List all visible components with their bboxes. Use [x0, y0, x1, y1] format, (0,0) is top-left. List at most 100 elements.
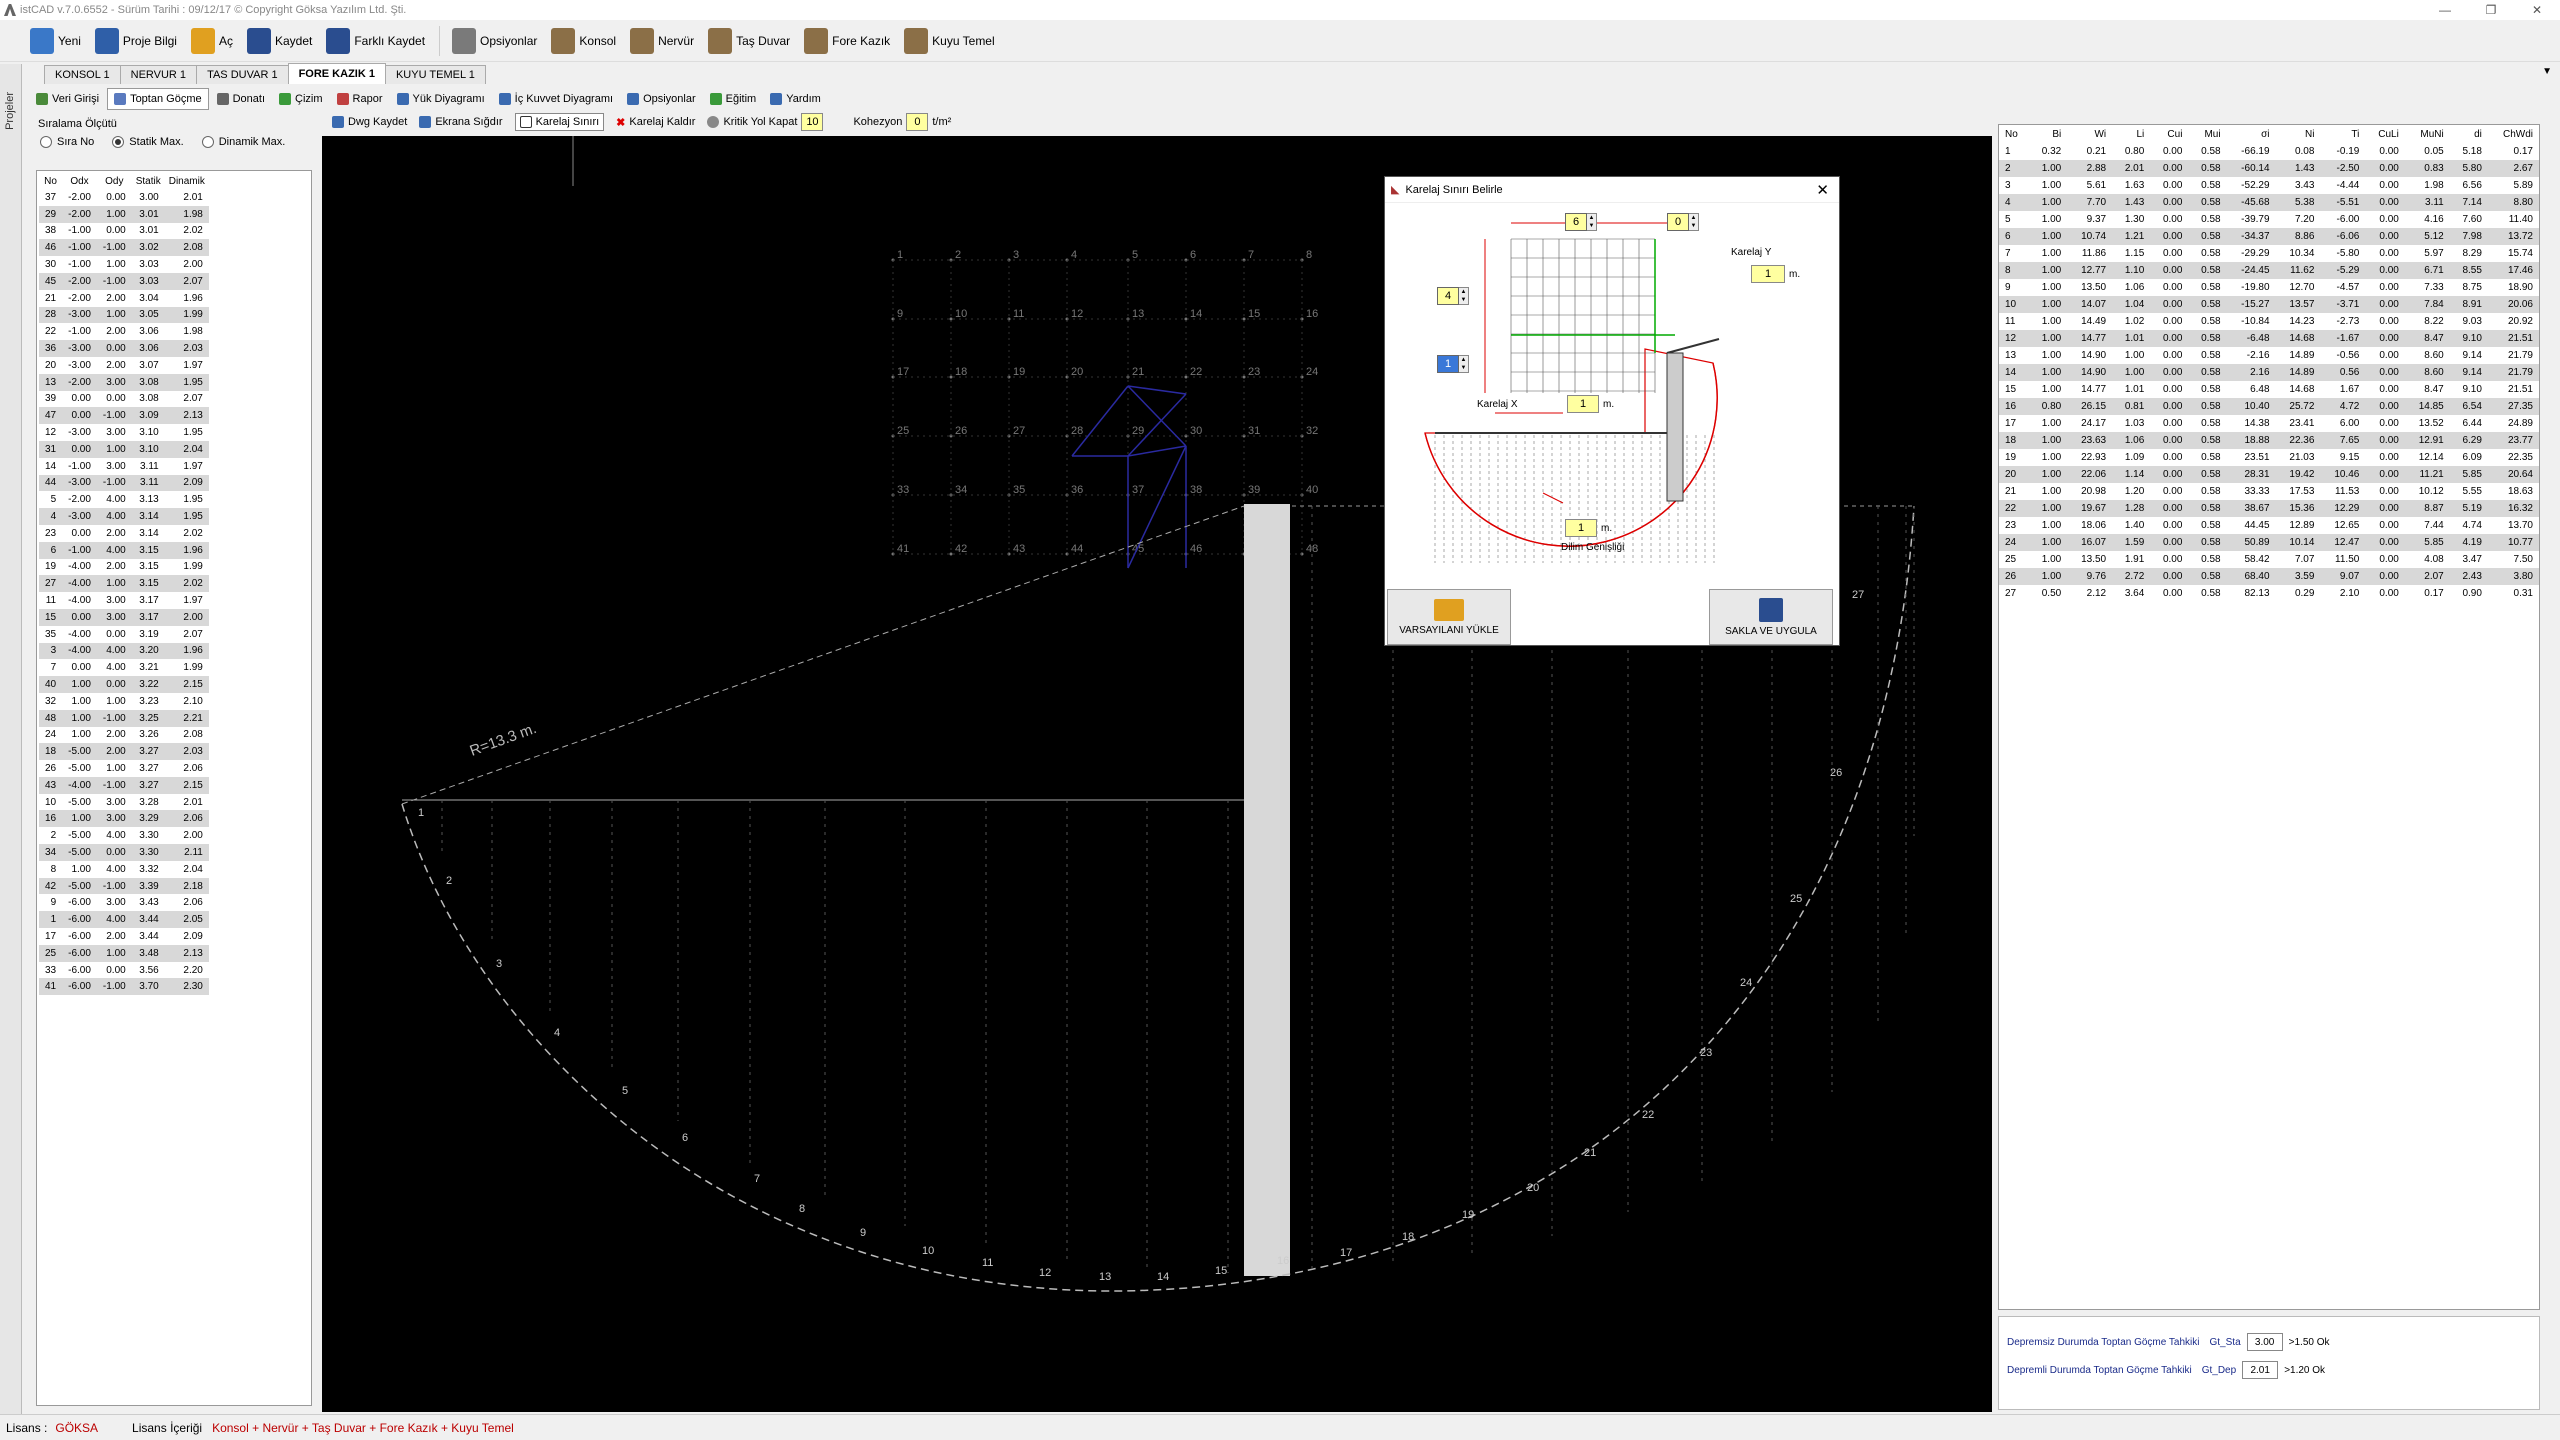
- table-row[interactable]: 7 0.00 4.00 3.21 1.99: [39, 659, 209, 676]
- table-row[interactable]: 35 -4.00 0.00 3.19 2.07: [39, 626, 209, 643]
- table-row[interactable]: 1 0.32 0.21 0.80 0.00 0.58 -66.19 0.08 -0.19 0.00…: [1999, 143, 2539, 160]
- table-row[interactable]: 41 -6.00 -1.00 3.70 2.30: [39, 978, 209, 996]
- table-row[interactable]: 43 -4.00 -1.00 3.27 2.15: [39, 776, 209, 794]
- toolbar-opsiyonlar-button[interactable]: Opsiyonlar: [446, 24, 543, 58]
- column-header[interactable]: Ni: [2276, 125, 2321, 143]
- table-row[interactable]: 14 -1.00 3.00 3.11 1.97: [39, 458, 209, 475]
- subtab-yard-m[interactable]: Yardım: [764, 88, 827, 110]
- table-row[interactable]: 17 -6.00 2.00 3.44 2.09: [39, 928, 209, 945]
- table-row[interactable]: 16 1.00 3.00 3.29 2.06: [39, 810, 209, 828]
- table-row[interactable]: 16 0.80 26.15 0.81 0.00 0.58 10.40 25.72 4.72 0.0…: [1999, 398, 2539, 415]
- table-row[interactable]: 2 -5.00 4.00 3.30 2.00: [39, 827, 209, 844]
- table-row[interactable]: 25 1.00 13.50 1.91 0.00 0.58 58.42 7.07 11.50 0.0…: [1999, 551, 2539, 568]
- table-row[interactable]: 4 1.00 7.70 1.43 0.00 0.58 -45.68 5.38 -5.51 0.00…: [1999, 194, 2539, 211]
- table-row[interactable]: 4 -3.00 4.00 3.14 1.95: [39, 508, 209, 525]
- table-row[interactable]: 2 1.00 2.88 2.01 0.00 0.58 -60.14 1.43 -2.50 0.00…: [1999, 160, 2539, 177]
- table-row[interactable]: 36 -3.00 0.00 3.06 2.03: [39, 340, 209, 357]
- table-row[interactable]: 12 1.00 14.77 1.01 0.00 0.58 -6.48 14.68 -1.67 0.…: [1999, 330, 2539, 347]
- toolbar-yeni-button[interactable]: Yeni: [24, 24, 87, 58]
- table-row[interactable]: 19 1.00 22.93 1.09 0.00 0.58 23.51 21.03 9.15 0.0…: [1999, 449, 2539, 466]
- table-row[interactable]: 12 -3.00 3.00 3.10 1.95: [39, 424, 209, 441]
- table-row[interactable]: 45 -2.00 -1.00 3.03 2.07: [39, 272, 209, 290]
- table-row[interactable]: 3 -4.00 4.00 3.20 1.96: [39, 642, 209, 660]
- critical-path-button[interactable]: Kritik Yol Kapat 10: [701, 111, 833, 133]
- table-row[interactable]: 26 -5.00 1.00 3.27 2.06: [39, 760, 209, 777]
- slice-results-table[interactable]: No Bi Wi Li Cui Mui σi Ni Ti CuLi MuNi di ChWdi 1 0.32…: [1998, 124, 2540, 1310]
- table-row[interactable]: 47 0.00 -1.00 3.09 2.13: [39, 407, 209, 425]
- column-header[interactable]: di: [2450, 125, 2488, 143]
- table-row[interactable]: 15 1.00 14.77 1.01 0.00 0.58 6.48 14.68 1.67 0.00…: [1999, 381, 2539, 398]
- table-row[interactable]: 7 1.00 11.86 1.15 0.00 0.58 -29.29 10.34 -5.80 0.…: [1999, 245, 2539, 262]
- toolbar-nerv-r-button[interactable]: Nervür: [624, 24, 700, 58]
- toolbar-konsol-button[interactable]: Konsol: [545, 24, 622, 58]
- table-row[interactable]: 3 1.00 5.61 1.63 0.00 0.58 -52.29 3.43 -4.44 0.00…: [1999, 177, 2539, 194]
- subtab-donat-[interactable]: Donatı: [211, 88, 271, 110]
- sort-radio-0[interactable]: Sıra No: [40, 136, 94, 148]
- subtab-i-kuvvet-diyagram-[interactable]: İç Kuvvet Diyagramı: [493, 88, 619, 110]
- table-row[interactable]: 21 1.00 20.98 1.20 0.00 0.58 33.33 17.53 11.53 0.…: [1999, 483, 2539, 500]
- table-row[interactable]: 18 -5.00 2.00 3.27 2.03: [39, 743, 209, 761]
- column-header[interactable]: No: [1999, 125, 2029, 143]
- subtab-e-itim[interactable]: Eğitim: [704, 88, 763, 110]
- grid-bound-dialog[interactable]: ◣ Karelaj Sınırı Belirle ✕ 6 ▲ ▼ 0 ▲ ▼ 4 ▲ ▼ 1…: [1384, 176, 1840, 646]
- column-header[interactable]: Li: [2112, 125, 2150, 143]
- check-value-field[interactable]: 2.01: [2242, 1361, 2279, 1379]
- table-row[interactable]: 25 -6.00 1.00 3.48 2.13: [39, 944, 209, 962]
- column-header[interactable]: ChWdi: [2488, 125, 2539, 143]
- subtab-rapor[interactable]: Rapor: [331, 88, 389, 110]
- critical-value-field[interactable]: 10: [801, 113, 824, 131]
- column-header[interactable]: Ody: [97, 173, 132, 189]
- table-row[interactable]: 40 1.00 0.00 3.22 2.15: [39, 676, 209, 693]
- close-icon[interactable]: ✕: [2514, 0, 2560, 20]
- column-header[interactable]: Dinamik: [165, 173, 209, 189]
- table-row[interactable]: 17 1.00 24.17 1.03 0.00 0.58 14.38 23.41 6.00 0.0…: [1999, 415, 2539, 432]
- table-row[interactable]: 23 0.00 2.00 3.14 2.02: [39, 525, 209, 542]
- table-row[interactable]: 13 1.00 14.90 1.00 0.00 0.58 -2.16 14.89 -0.56 0.…: [1999, 347, 2539, 364]
- fit-screen-button[interactable]: Ekrana Sığdır: [413, 111, 508, 133]
- toolbar-farkl-kaydet-button[interactable]: Farklı Kaydet: [320, 24, 431, 58]
- toolbar-ta-duvar-button[interactable]: Taş Duvar: [702, 24, 796, 58]
- tab-fore-kazik-1[interactable]: FORE KAZIK 1: [287, 63, 386, 84]
- table-row[interactable]: 22 -1.00 2.00 3.06 1.98: [39, 323, 209, 340]
- table-row[interactable]: 5 -2.00 4.00 3.13 1.95: [39, 491, 209, 508]
- table-row[interactable]: 42 -5.00 -1.00 3.39 2.18: [39, 877, 209, 895]
- minimize-icon[interactable]: —: [2422, 0, 2468, 20]
- table-row[interactable]: 34 -5.00 0.00 3.30 2.11: [39, 844, 209, 861]
- table-row[interactable]: 18 1.00 23.63 1.06 0.00 0.58 18.88 22.36 7.65 0.0…: [1999, 432, 2539, 449]
- tabs-dropdown-icon[interactable]: ▼: [2542, 66, 2552, 77]
- table-row[interactable]: 5 1.00 9.37 1.30 0.00 0.58 -39.79 7.20 -6.00 0.00…: [1999, 211, 2539, 228]
- table-row[interactable]: 8 1.00 12.77 1.10 0.00 0.58 -24.45 11.62 -5.29 0.…: [1999, 262, 2539, 279]
- sort-radio-2[interactable]: Dinamik Max.: [201, 136, 285, 148]
- column-header[interactable]: Ti: [2320, 125, 2365, 143]
- top-right-spinner[interactable]: 0 ▲ ▼: [1667, 213, 1699, 231]
- table-row[interactable]: 21 -2.00 2.00 3.04 1.96: [39, 290, 209, 307]
- subtab-veri-giri-i[interactable]: Veri Girişi: [30, 88, 105, 110]
- toolbar-kaydet-button[interactable]: Kaydet: [241, 24, 318, 58]
- table-row[interactable]: 9 1.00 13.50 1.06 0.00 0.58 -19.80 12.70 -4.57 0.…: [1999, 279, 2539, 296]
- column-header[interactable]: Bi: [2029, 125, 2067, 143]
- table-row[interactable]: 30 -1.00 1.00 3.03 2.00: [39, 256, 209, 273]
- radio-circle[interactable]: [201, 136, 214, 148]
- tab-nervur-1[interactable]: NERVUR 1: [119, 65, 198, 84]
- table-row[interactable]: 39 0.00 0.00 3.08 2.07: [39, 391, 209, 408]
- table-row[interactable]: 1 -6.00 4.00 3.44 2.05: [39, 911, 209, 929]
- column-header[interactable]: No: [39, 173, 62, 189]
- table-row[interactable]: 27 -4.00 1.00 3.15 2.02: [39, 575, 209, 593]
- table-row[interactable]: 37 -2.00 0.00 3.00 2.01: [39, 189, 209, 206]
- tab-konsol-1[interactable]: KONSOL 1: [44, 65, 121, 84]
- column-header[interactable]: Statik: [132, 173, 165, 189]
- table-row[interactable]: 26 1.00 9.76 2.72 0.00 0.58 68.40 3.59 9.07 0.00 2…: [1999, 568, 2539, 585]
- table-row[interactable]: 44 -3.00 -1.00 3.11 2.09: [39, 474, 209, 492]
- karelaj-x-field[interactable]: 1: [1567, 395, 1599, 413]
- subtab-opsiyonlar[interactable]: Opsiyonlar: [621, 88, 702, 110]
- top-left-spinner[interactable]: 6 ▲ ▼: [1565, 213, 1597, 231]
- column-header[interactable]: Odx: [62, 173, 97, 189]
- radio-circle[interactable]: [40, 136, 52, 148]
- table-row[interactable]: 10 -5.00 3.00 3.28 2.01: [39, 794, 209, 811]
- column-header[interactable]: CuLi: [2365, 125, 2405, 143]
- column-header[interactable]: MuNi: [2405, 125, 2450, 143]
- table-row[interactable]: 6 1.00 10.74 1.21 0.00 0.58 -34.37 8.86 -6.06 0.0…: [1999, 228, 2539, 245]
- table-row[interactable]: 22 1.00 19.67 1.28 0.00 0.58 38.67 15.36 12.29 0.…: [1999, 500, 2539, 517]
- table-row[interactable]: 9 -6.00 3.00 3.43 2.06: [39, 894, 209, 911]
- column-header[interactable]: Cui: [2150, 125, 2188, 143]
